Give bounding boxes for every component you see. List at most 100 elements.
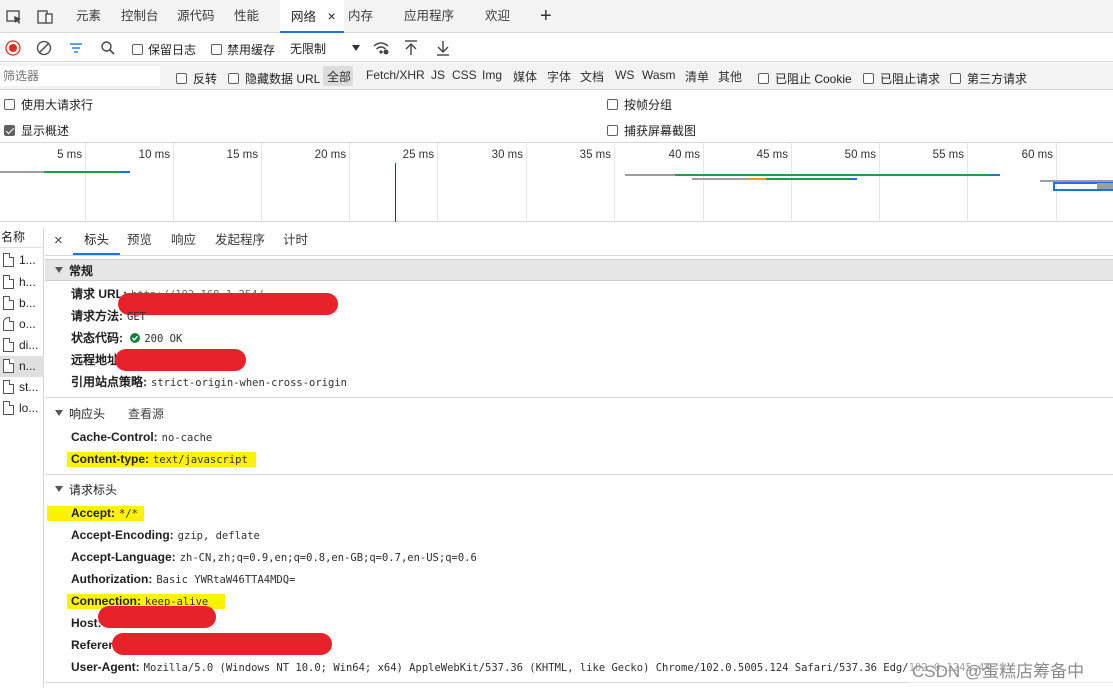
tab-response[interactable]: 响应 [171, 228, 196, 255]
show-overview-label: 显示概述 [21, 124, 70, 138]
big-request-rows-checkbox[interactable] [4, 99, 15, 110]
disable-cache-label: 禁用缓存 [227, 43, 276, 57]
overview-bar [748, 178, 766, 180]
tab-performance[interactable]: 性能 [234, 0, 259, 33]
capture-screenshots-checkbox[interactable] [607, 125, 618, 136]
third-party-checkbox[interactable] [950, 73, 961, 84]
tab-welcome[interactable]: 欢迎 [485, 0, 510, 33]
inspect-element-icon[interactable] [5, 8, 23, 26]
search-icon[interactable] [100, 40, 116, 56]
tab-memory[interactable]: 内存 [348, 0, 373, 33]
accept-language-row: Accept-Language: zh-CN,zh;q=0.9,en;q=0.8,… [71, 549, 477, 566]
throttling-select[interactable]: 无限制 [287, 38, 361, 58]
filter-input[interactable] [0, 66, 160, 86]
type-filter-manifest[interactable]: 清单 [685, 68, 709, 85]
request-name: di... [19, 338, 39, 352]
group-by-frame-checkbox[interactable] [607, 99, 618, 110]
hide-data-urls-checkbox[interactable] [228, 73, 239, 84]
tab-initiator[interactable]: 发起程序 [215, 228, 265, 255]
response-headers-section-header[interactable]: 响应头 查看源 [45, 402, 1113, 424]
tab-application[interactable]: 应用程序 [404, 0, 454, 33]
type-filter-ws[interactable]: WS [615, 68, 634, 82]
type-filter-all[interactable]: 全部 [327, 68, 351, 85]
accept-encoding-row: Accept-Encoding: gzip, deflate [71, 527, 260, 544]
type-filter-js[interactable]: JS [431, 68, 445, 82]
type-filter-fetch-xhr[interactable]: Fetch/XHR [366, 68, 425, 82]
blocked-cookies-option[interactable]: 已阻止 Cookie [758, 70, 852, 87]
capture-screenshots-option[interactable]: 捕获屏幕截图 [607, 122, 696, 139]
clear-icon[interactable] [36, 40, 52, 56]
import-har-icon[interactable] [403, 39, 419, 57]
request-row[interactable]: o... [0, 314, 44, 335]
overview-tick-label: 30 ms [491, 149, 523, 161]
hide-data-urls-option[interactable]: 隐藏数据 URL [228, 70, 320, 87]
type-filter-img[interactable]: Img [482, 68, 502, 82]
close-tab-icon[interactable]: × [328, 8, 336, 24]
request-row[interactable]: st... [0, 377, 44, 398]
request-list-header-name[interactable]: 名称 [0, 228, 44, 248]
blocked-cookies-label: 已阻止 Cookie [775, 72, 852, 86]
file-icon [3, 275, 14, 289]
device-toolbar-icon[interactable] [36, 8, 54, 26]
network-overview[interactable]: 5 ms 10 ms 15 ms 20 ms 25 ms 30 ms 35 ms… [0, 142, 1113, 222]
tab-headers[interactable]: 标头 [73, 228, 121, 255]
export-har-icon[interactable] [435, 39, 451, 57]
overview-gridline [173, 143, 174, 222]
request-headers-section-header[interactable]: 请求标头 [45, 478, 1113, 500]
network-conditions-icon[interactable] [372, 40, 390, 56]
overview-tick-label: 10 ms [138, 149, 170, 161]
request-row[interactable]: lo... [0, 398, 44, 419]
request-row[interactable]: di... [0, 335, 44, 356]
tab-network-label: 网络 [291, 10, 317, 24]
accept-encoding-value: gzip, deflate [177, 530, 260, 542]
type-filter-css[interactable]: CSS [452, 68, 477, 82]
accept-key: Accept: [71, 506, 116, 520]
type-filter-font[interactable]: 字体 [547, 68, 571, 85]
request-name: n... [19, 359, 36, 373]
blocked-requests-checkbox[interactable] [863, 73, 874, 84]
request-row-selected[interactable]: n... [0, 356, 44, 377]
tab-elements[interactable]: 元素 [76, 0, 101, 33]
overview-tick-label: 40 ms [668, 149, 700, 161]
referrer-policy-row: 引用站点策略: strict-origin-when-cross-origin [71, 374, 347, 391]
content-type-key: Content-type: [71, 452, 149, 466]
type-filter-wasm[interactable]: Wasm [642, 68, 676, 82]
blocked-requests-option[interactable]: 已阻止请求 [863, 70, 940, 87]
type-filter-media[interactable]: 媒体 [513, 68, 537, 85]
tab-console[interactable]: 控制台 [121, 0, 159, 33]
big-request-rows-option[interactable]: 使用大请求行 [4, 96, 93, 113]
type-filter-other[interactable]: 其他 [718, 68, 742, 85]
show-overview-checkbox[interactable] [4, 125, 15, 136]
request-row[interactable]: 1... [0, 250, 44, 271]
tab-timing[interactable]: 计时 [283, 228, 308, 255]
group-by-frame-option[interactable]: 按帧分组 [607, 96, 672, 113]
request-row[interactable]: h... [0, 272, 44, 293]
request-name: st... [19, 380, 39, 394]
filter-icon[interactable] [68, 40, 84, 56]
tab-network[interactable]: 网络 × [280, 0, 344, 33]
overview-bar [990, 174, 1000, 176]
record-stop-icon[interactable] [5, 40, 21, 56]
preserve-log-checkbox[interactable] [132, 44, 143, 55]
type-filter-doc[interactable]: 文档 [580, 68, 604, 85]
preserve-log-option[interactable]: 保留日志 [132, 41, 196, 58]
invert-option[interactable]: 反转 [176, 70, 217, 87]
third-party-option[interactable]: 第三方请求 [950, 70, 1027, 87]
view-source-link[interactable]: 查看源 [128, 405, 164, 422]
overview-gridline [879, 143, 880, 222]
blocked-cookies-checkbox[interactable] [758, 73, 769, 84]
add-tab-icon[interactable]: + [540, 0, 552, 33]
invert-checkbox[interactable] [176, 73, 187, 84]
request-row[interactable]: b... [0, 293, 44, 314]
user-agent-key: User-Agent: [71, 660, 140, 674]
request-name: 1... [19, 253, 36, 267]
tab-preview[interactable]: 预览 [127, 228, 152, 255]
tab-sources[interactable]: 源代码 [177, 0, 215, 33]
general-section-header[interactable]: 常规 [45, 259, 1113, 281]
devtools-tabbar: 元素 控制台 源代码 性能 网络 × 内存 应用程序 欢迎 + [0, 0, 1113, 33]
close-details-icon[interactable]: × [54, 232, 63, 249]
disable-cache-checkbox[interactable] [211, 44, 222, 55]
show-overview-option[interactable]: 显示概述 [4, 122, 69, 139]
content-type-value: text/javascript [153, 454, 248, 466]
disable-cache-option[interactable]: 禁用缓存 [211, 41, 275, 58]
